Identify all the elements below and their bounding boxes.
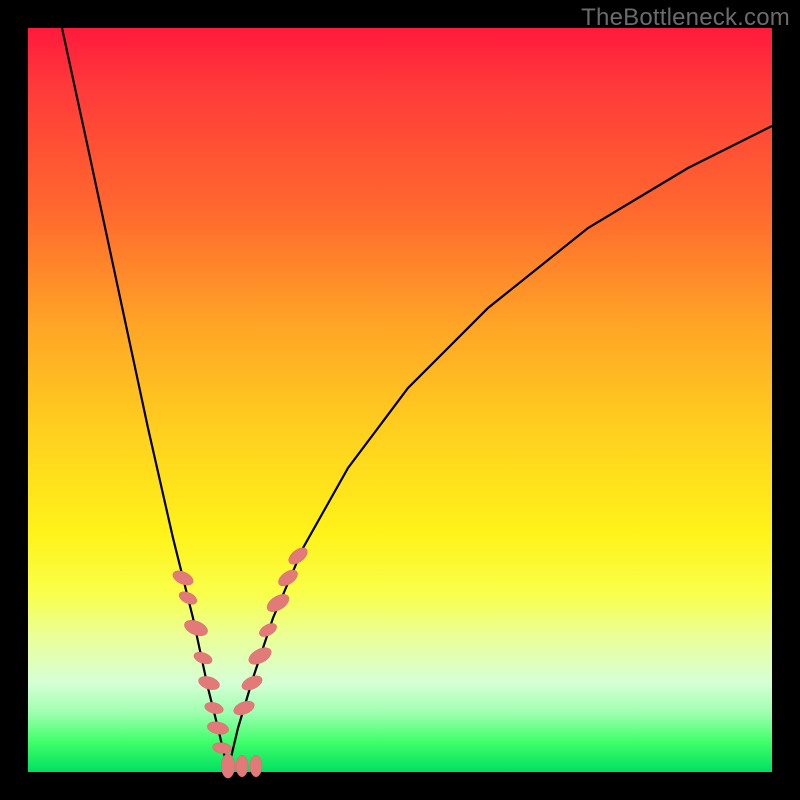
bead [212, 741, 232, 754]
bead [246, 644, 274, 667]
watermark-text: TheBottleneck.com [581, 4, 790, 32]
bead-cluster [171, 545, 311, 779]
bead [236, 755, 248, 777]
bead [221, 754, 235, 778]
bottleneck-curve-svg [28, 28, 772, 772]
bead [206, 720, 230, 736]
bead [177, 589, 199, 607]
bead [197, 674, 221, 692]
bead [232, 698, 257, 717]
bead [257, 621, 279, 640]
gradient-plot-area [28, 28, 772, 772]
bead [250, 755, 262, 777]
bead [204, 700, 225, 715]
curve-right-branch [228, 126, 772, 770]
bead [286, 545, 310, 568]
bead [171, 568, 196, 588]
bead [264, 591, 292, 615]
bead [192, 650, 213, 666]
bead [240, 673, 265, 693]
